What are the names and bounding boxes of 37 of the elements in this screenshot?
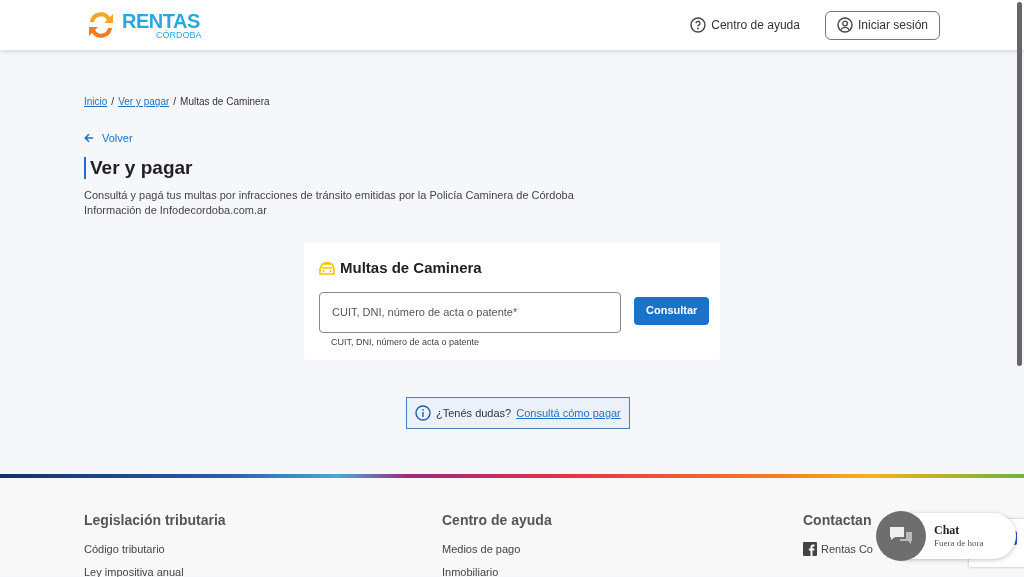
- footer-heading: Legislación tributaria: [84, 511, 226, 530]
- footer-heading: Centro de ayuda: [442, 511, 552, 530]
- car-icon: [319, 261, 335, 276]
- footer-link[interactable]: Ley impositiva anual: [84, 563, 184, 577]
- help-icon: [690, 17, 707, 33]
- breadcrumb-link[interactable]: Ver y pagar: [118, 94, 170, 109]
- help-link[interactable]: Centro de ayuda: [690, 16, 800, 34]
- logo-title: RENTAS: [122, 10, 200, 31]
- arrow-left-icon: [84, 133, 94, 144]
- footer-heading: Contactan: [803, 511, 872, 530]
- footer-link[interactable]: Código tributario: [84, 541, 165, 558]
- description-text: Consultá y pagá tus multas por infracciones de tránsito emitidas por la Policía Caminera de Córdoba: [84, 188, 575, 203]
- footer-link[interactable]: Rentas Co: [803, 541, 873, 558]
- login-button[interactable]: Iniciar sesión: [824, 10, 940, 40]
- scrollbar[interactable]: [1017, 2, 1022, 366]
- back-link[interactable]: Volver: [84, 130, 133, 147]
- breadcrumb-separator: /: [173, 95, 177, 109]
- card-title: Multas de Caminera: [340, 258, 482, 278]
- info-link[interactable]: Consultá cómo pagar: [516, 404, 621, 422]
- helper-text: CUIT, DNI, número de acta o patente: [331, 335, 481, 349]
- breadcrumb-separator: /: [111, 95, 115, 109]
- chat-title: Chat: [934, 522, 961, 538]
- facebook-icon: [803, 542, 817, 557]
- footer-link[interactable]: Medios de pago: [442, 541, 521, 558]
- breadcrumb-current: Multas de Caminera: [180, 95, 270, 109]
- footer-link[interactable]: Inmobiliario: [442, 563, 499, 577]
- required-mark: *: [513, 304, 518, 320]
- input-field[interactable]: CUIT, DNI, número de acta o patente*: [319, 291, 621, 333]
- info-icon: [415, 405, 431, 421]
- logo-subtitle: CÓRDOBA: [156, 30, 202, 40]
- breadcrumb-link[interactable]: Inicio: [84, 94, 108, 109]
- description-text: Información de Infodecordoba.com.ar: [84, 203, 268, 218]
- submit-button[interactable]: Consultar: [634, 296, 710, 325]
- chat-status: Fuera de hora: [934, 537, 984, 550]
- info-text: ¿Tenés dudas?: [436, 405, 512, 421]
- user-icon: [836, 17, 853, 33]
- page-title: Ver y pagar: [90, 155, 193, 180]
